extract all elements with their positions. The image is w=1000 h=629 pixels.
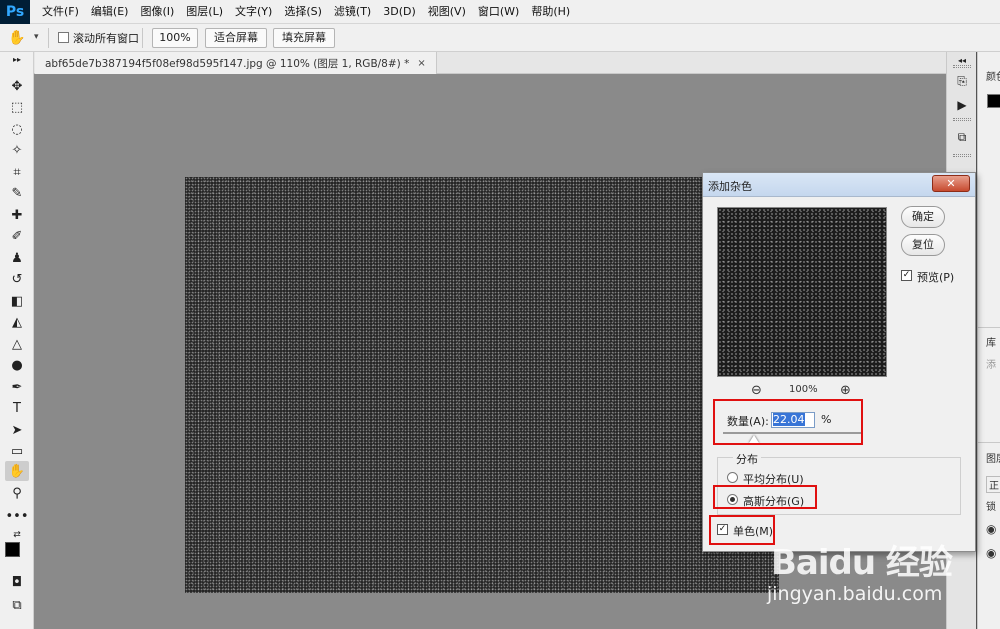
screen-mode-icon[interactable]: ⧉ <box>5 595 29 615</box>
divider <box>978 327 1000 328</box>
dodge-tool-icon[interactable]: ● <box>5 355 29 375</box>
menu-view[interactable]: 视图(V) <box>422 0 472 24</box>
gaussian-highlight-box <box>713 485 817 509</box>
dialog-title: 添加杂色 <box>708 180 752 193</box>
preview-zoom-level: 100% <box>789 384 818 395</box>
brush-tool-icon[interactable]: ✐ <box>5 226 29 246</box>
menu-window[interactable]: 窗口(W) <box>472 0 525 24</box>
layers-filter-field[interactable]: 正 <box>986 476 1000 493</box>
zoom-out-icon[interactable]: ⊖ <box>751 383 762 398</box>
lasso-tool-icon[interactable]: ◌ <box>5 119 29 139</box>
layer-visibility-eye-icon[interactable]: ◉ <box>986 522 996 536</box>
properties-panel-icon[interactable]: ⧉ <box>952 128 972 146</box>
noise-preview-image[interactable] <box>717 207 887 377</box>
menu-bar: Ps 文件(F) 编辑(E) 图像(I) 图层(L) 文字(Y) 选择(S) 滤… <box>0 0 1000 24</box>
hand-tool-icon[interactable]: ✋ <box>8 29 26 47</box>
blur-tool-icon[interactable]: △ <box>5 334 29 354</box>
panel-grip[interactable] <box>953 65 971 68</box>
pen-tool-icon[interactable]: ✒ <box>5 377 29 397</box>
paint-bucket-tool-icon[interactable]: ◭ <box>5 312 29 332</box>
menu-layer[interactable]: 图层(L) <box>180 0 229 24</box>
menu-3d[interactable]: 3D(D) <box>377 0 422 24</box>
scroll-all-windows-checkbox[interactable] <box>58 32 69 43</box>
zoom-in-icon[interactable]: ⊕ <box>840 383 851 398</box>
tool-preset-dropdown-icon[interactable]: ▾ <box>34 32 39 42</box>
menu-edit[interactable]: 编辑(E) <box>85 0 135 24</box>
preview-checkbox[interactable]: ✓ <box>901 270 912 281</box>
preview-label: 预览(P) <box>917 271 955 284</box>
dialog-close-button[interactable]: ✕ <box>932 175 970 192</box>
menu-file[interactable]: 文件(F) <box>36 0 85 24</box>
hand-tool-icon[interactable]: ✋ <box>5 461 29 481</box>
rectangle-tool-icon[interactable]: ▭ <box>5 441 29 461</box>
more-tools-icon[interactable]: ••• <box>5 506 29 526</box>
menu-help[interactable]: 帮助(H) <box>525 0 576 24</box>
panel-grip[interactable] <box>953 154 971 157</box>
eraser-tool-icon[interactable]: ◧ <box>5 291 29 311</box>
library-add-text: 添 <box>986 360 996 371</box>
ok-button[interactable]: 确定 <box>901 206 945 228</box>
distribution-label: 分布 <box>733 451 761 467</box>
watermark-url: jingyan.baidu.com <box>767 583 943 605</box>
crop-tool-icon[interactable]: ⌗ <box>5 162 29 182</box>
history-panel-icon[interactable]: ⎘ <box>952 72 972 90</box>
stamp-tool-icon[interactable]: ♟ <box>5 248 29 268</box>
scroll-all-windows-label: 滚动所有窗口 <box>73 32 139 45</box>
move-tool-icon[interactable]: ✥ <box>5 76 29 96</box>
menu-filter[interactable]: 滤镜(T) <box>328 0 377 24</box>
path-selection-tool-icon[interactable]: ➤ <box>5 420 29 440</box>
color-panel-tab[interactable]: 颜色 <box>986 68 1000 83</box>
add-noise-dialog: 添加杂色 ✕ 确定 复位 ✓ 预览(P) ⊖ 100% ⊕ 数量(A): 22.… <box>702 172 976 552</box>
panel-grip[interactable] <box>953 118 971 121</box>
menu-select[interactable]: 选择(S) <box>278 0 328 24</box>
photoshop-logo: Ps <box>0 0 30 24</box>
panel-collapse-icon[interactable]: ▸▸ <box>5 54 29 64</box>
quick-mask-icon[interactable]: ◘ <box>5 572 29 592</box>
dialog-titlebar[interactable]: 添加杂色 ✕ <box>703 173 975 197</box>
document-tab-strip: abf65de7b387194f5f08ef98d595f147.jpg @ 1… <box>34 52 946 74</box>
divider <box>142 28 143 48</box>
uniform-radio[interactable] <box>727 472 738 483</box>
actions-play-icon[interactable]: ▶ <box>952 96 972 114</box>
layers-panel-tab[interactable]: 图层 <box>986 450 1000 465</box>
tools-panel: ▸▸ ✥ ⬚ ◌ ✧ ⌗ ✎ ✚ ✐ ♟ ↺ ◧ ◭ △ ● ✒ T ➤ ▭ ✋… <box>0 52 34 629</box>
magic-wand-tool-icon[interactable]: ✧ <box>5 140 29 160</box>
foreground-color-swatch[interactable] <box>5 542 20 557</box>
document-tab[interactable]: abf65de7b387194f5f08ef98d595f147.jpg @ 1… <box>35 52 437 74</box>
zoom-100-button[interactable]: 100% <box>152 28 198 48</box>
layers-lock-label: 锁 <box>986 502 996 513</box>
color-panel-foreground-swatch[interactable] <box>987 94 1000 108</box>
document-tab-title: abf65de7b387194f5f08ef98d595f147.jpg @ 1… <box>45 57 410 70</box>
document-image[interactable] <box>185 177 779 593</box>
library-panel-tab[interactable]: 库 <box>986 334 996 349</box>
history-brush-tool-icon[interactable]: ↺ <box>5 269 29 289</box>
eyedropper-tool-icon[interactable]: ✎ <box>5 183 29 203</box>
healing-brush-tool-icon[interactable]: ✚ <box>5 205 29 225</box>
menu-type[interactable]: 文字(Y) <box>229 0 278 24</box>
close-tab-icon[interactable]: × <box>417 58 425 69</box>
fit-screen-button[interactable]: 适合屏幕 <box>205 28 267 48</box>
divider <box>978 442 1000 443</box>
amount-highlight-box <box>713 399 863 445</box>
zoom-tool-icon[interactable]: ⚲ <box>5 483 29 503</box>
menu-image[interactable]: 图像(I) <box>134 0 180 24</box>
marquee-tool-icon[interactable]: ⬚ <box>5 97 29 117</box>
layer-visibility-eye-icon[interactable]: ◉ <box>986 546 996 560</box>
reset-button[interactable]: 复位 <box>901 234 945 256</box>
options-bar: ✋ ▾ 滚动所有窗口 100% 适合屏幕 填充屏幕 <box>0 24 1000 52</box>
divider <box>48 28 49 48</box>
baidu-jingyan-watermark: Baidu 经验 jingyan.baidu.com <box>755 515 985 615</box>
type-tool-icon[interactable]: T <box>5 398 29 418</box>
watermark-brand: Baidu 经验 <box>771 543 953 583</box>
fill-screen-button[interactable]: 填充屏幕 <box>273 28 335 48</box>
